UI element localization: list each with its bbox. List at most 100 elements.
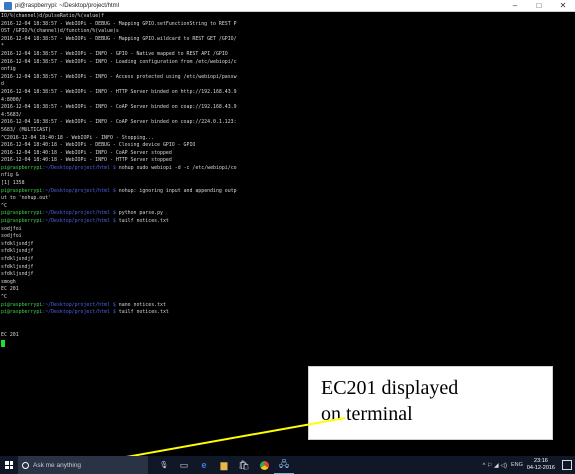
terminal-line: EC 201 — [1, 286, 575, 294]
cortana-icon — [22, 461, 29, 469]
prompt-user: pi@raspberrypi — [1, 218, 43, 225]
terminal-text: nohup sudo webiopi -d -c /etc/webiopi/co — [115, 164, 237, 171]
terminal-text: sfdkljsndjf — [1, 271, 34, 278]
terminal-prompt-line: pi@raspberrypi:~/Desktop/project/html $ … — [1, 309, 575, 317]
window-titlebar[interactable]: pi@raspberrypi: ~/Desktop/project/html –… — [0, 0, 575, 12]
terminal-text: sfdkljsndjf — [1, 240, 34, 247]
terminal-text: 2016-12-04 18:38:57 - WebIOPi - INFO - L… — [1, 58, 237, 65]
prompt-path: :~/Desktop/project/html $ — [42, 301, 116, 308]
prompt-user: pi@raspberrypi — [1, 301, 43, 308]
terminal-prompt-line: pi@raspberrypi:~/Desktop/project/html $ … — [1, 188, 575, 196]
terminal-text: tailf notices.txt — [115, 218, 169, 225]
terminal-line: 2016-12-04 18:38:57 - WebIOPi - INFO - A… — [1, 74, 575, 82]
prompt-user: pi@raspberrypi — [1, 164, 43, 171]
terminal-line: 2016-12-04 18:38:57 - WebIOPi - INFO - L… — [1, 59, 575, 67]
chrome-icon[interactable] — [254, 456, 274, 474]
clock-time: 23:16 — [534, 458, 548, 464]
cortana-search-box[interactable]: Ask me anything — [18, 456, 148, 474]
terminal-line: sfdkljsndjf — [1, 256, 575, 264]
terminal-line: sfdkljsndjf — [1, 271, 575, 279]
terminal-text: sfdkljsndjf — [1, 248, 34, 255]
terminal-text: ^C — [1, 293, 7, 300]
terminal-line: 2016-12-04 18:38:57 - WebIOPi - DEBUG - … — [1, 36, 575, 44]
windows-start-icon — [5, 461, 13, 469]
terminal-text: python parse.py — [115, 210, 163, 217]
terminal-line: sfdkljsndjf — [1, 264, 575, 272]
prompt-user: pi@raspberrypi — [1, 309, 43, 316]
putty-icon[interactable]: 🖧 — [274, 456, 294, 474]
search-placeholder: Ask me anything — [33, 461, 82, 469]
prompt-path: :~/Desktop/project/html $ — [42, 164, 116, 171]
clock-date: 04-12-2016 — [526, 465, 555, 471]
terminal-line: 2016-12-04 18:38:57 - WebIOPi - DEBUG - … — [1, 21, 575, 29]
file-explorer-icon[interactable]: ▆ — [214, 456, 234, 474]
terminal-text: 2016-12-04 18:38:57 - WebIOPi - DEBUG - … — [1, 20, 237, 27]
close-icon[interactable]: ✕ — [551, 0, 575, 12]
window-controls: – □ ✕ — [503, 0, 575, 12]
terminal-text: nfig & — [1, 172, 19, 179]
terminal-text: * — [1, 43, 4, 50]
terminal-line: ^C2016-12-04 18:40:18 - WebIOPi - INFO -… — [1, 135, 575, 143]
terminal-text: EC 201 — [1, 331, 19, 338]
terminal-line: 2016-12-04 18:40:18 - WebIOPi - INFO - H… — [1, 157, 575, 165]
prompt-path: :~/Desktop/project/html $ — [42, 218, 116, 225]
terminal-cursor-line — [1, 339, 575, 348]
terminal-text: [1] 1358 — [1, 180, 25, 187]
terminal-line: IO/%(channel)d/pulseRatio/%(value)f — [1, 13, 575, 21]
terminal-text: OST /GPIO/%(channel)d/function/%(value)s — [1, 28, 119, 35]
terminal-text: sodjfoi — [1, 233, 22, 240]
prompt-path: :~/Desktop/project/html $ — [42, 187, 116, 194]
terminal-text: nohup: ignoring input and appending outp — [115, 187, 237, 194]
terminal-text: sfdkljsndjf — [1, 256, 34, 262]
terminal-line: 4:5683/ — [1, 112, 575, 120]
terminal-line: d — [1, 81, 575, 89]
terminal-line: sodjfoi — [1, 233, 575, 241]
terminal-text: tailf notices.txt — [115, 309, 169, 316]
terminal-line: 2016-12-04 18:38:57 - WebIOPi - INFO - G… — [1, 51, 575, 59]
terminal-line: sfdkljsndjf — [1, 248, 575, 256]
terminal-line: OST /GPIO/%(channel)d/function/%(value)s — [1, 28, 575, 36]
terminal-line: ^C — [1, 294, 575, 302]
prompt-path: :~/Desktop/project/html $ — [42, 309, 116, 316]
terminal-line: 2016-12-04 18:38:57 - WebIOPi - INFO - C… — [1, 119, 575, 127]
terminal-prompt-line: pi@raspberrypi:~/Desktop/project/html $ … — [1, 210, 575, 218]
microphone-icon[interactable]: 🎙 — [154, 456, 174, 474]
terminal-line: 4:8000/ — [1, 97, 575, 105]
store-icon[interactable]: 🛍 — [234, 456, 254, 474]
annotation-callout: EC201 displayed on terminal — [308, 366, 553, 440]
terminal-line: onfig — [1, 66, 575, 74]
terminal-text: sfdkljsndjf — [1, 263, 34, 270]
language-indicator[interactable]: ENG — [511, 462, 523, 468]
terminal-text: EC 201 — [1, 286, 19, 293]
edge-icon[interactable]: e — [194, 456, 214, 474]
callout-line-1: EC201 displayed — [321, 377, 459, 399]
callout-line-2: on terminal — [321, 403, 413, 425]
clock[interactable]: 23:16 04-12-2016 — [527, 458, 555, 472]
start-button[interactable] — [0, 456, 18, 474]
minimize-icon[interactable]: – — [503, 0, 527, 12]
terminal-line: sodjfoi — [1, 226, 575, 234]
terminal-text: 2016-12-04 18:38:57 - WebIOPi - DEBUG - … — [1, 35, 237, 42]
terminal-text: 4:5683/ — [1, 111, 22, 118]
tray-icons[interactable]: ^ ⚐ ◢ ◁) — [483, 462, 507, 469]
terminal-text: 2016-12-04 18:40:18 - WebIOPi - DEBUG - … — [1, 142, 196, 149]
terminal-line: ut to 'nohup.out' — [1, 195, 575, 203]
terminal-line: ^C — [1, 203, 575, 211]
putty-app-icon[interactable] — [4, 1, 12, 10]
task-view-icon[interactable]: ▭ — [174, 456, 194, 474]
terminal-text: 2016-12-04 18:40:18 - WebIOPi - INFO - C… — [1, 149, 172, 156]
terminal-line: 5683/ (MULTICAST) — [1, 127, 575, 135]
terminal-text: ^C2016-12-04 18:40:18 - WebIOPi - INFO -… — [1, 134, 155, 141]
terminal-text: nano notices.txt — [115, 301, 166, 308]
terminal-line: 2016-12-04 18:40:18 - WebIOPi - DEBUG - … — [1, 142, 575, 150]
terminal-line: smogh — [1, 279, 575, 287]
prompt-user: pi@raspberrypi — [1, 210, 43, 217]
terminal-line: 2016-12-04 18:38:57 - WebIOPi - INFO - C… — [1, 104, 575, 112]
prompt-path: :~/Desktop/project/html $ — [42, 210, 116, 217]
maximize-icon[interactable]: □ — [527, 0, 551, 12]
terminal-text: 2016-12-04 18:38:57 - WebIOPi - INFO - A… — [1, 73, 237, 80]
terminal-prompt-line: pi@raspberrypi:~/Desktop/project/html $ … — [1, 165, 575, 173]
notification-icon[interactable] — [562, 460, 572, 470]
